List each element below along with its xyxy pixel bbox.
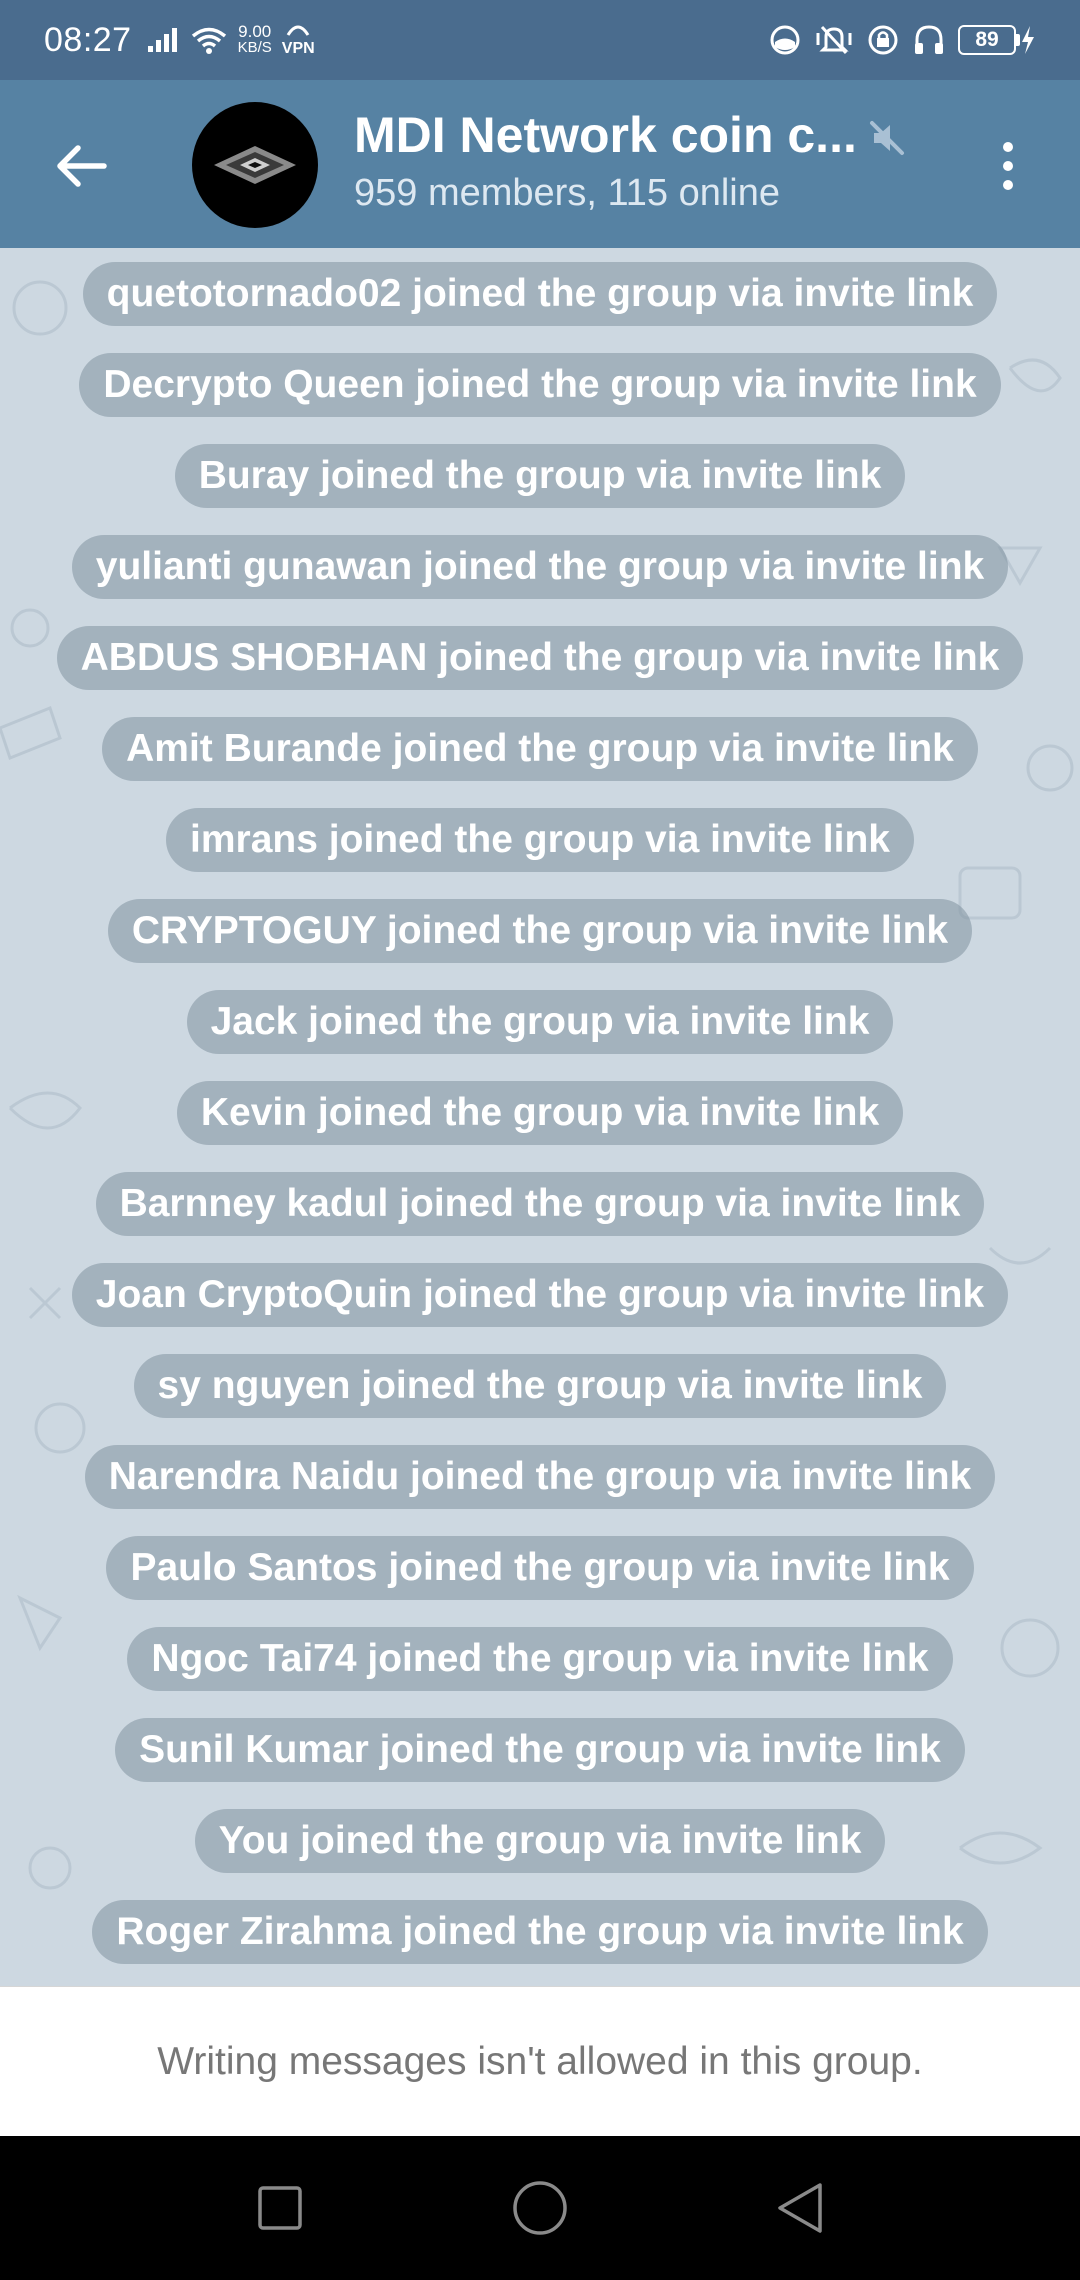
service-message[interactable]: Joan CryptoQuin joined the group via inv… [71,1263,1009,1327]
service-message[interactable]: Sunil Kumar joined the group via invite … [115,1718,965,1782]
service-message[interactable]: Roger Zirahma joined the group via invit… [92,1900,988,1964]
home-button[interactable] [500,2168,580,2248]
square-icon [258,2186,302,2230]
muted-speaker-icon [870,121,904,155]
service-message-row: You joined the group via invite link [0,1809,1080,1900]
service-message[interactable]: CRYPTOGUY joined the group via invite li… [107,899,973,963]
menu-dot [1003,180,1013,190]
status-right-icons: 89 [768,23,1036,57]
service-message-row: Narendra Naidu joined the group via invi… [0,1445,1080,1536]
signal-icon [147,28,177,52]
service-message[interactable]: Decrypto Queen joined the group via invi… [79,353,1001,417]
service-message[interactable]: yulianti gunawan joined the group via in… [71,535,1009,599]
charging-bolt-icon [1022,26,1034,54]
service-message-row: yulianti gunawan joined the group via in… [0,535,1080,626]
service-message-row: sy nguyen joined the group via invite li… [0,1354,1080,1445]
service-message[interactable]: sy nguyen joined the group via invite li… [133,1354,947,1418]
service-message-row: Joan CryptoQuin joined the group via inv… [0,1263,1080,1354]
vpn-label: VPN [281,40,315,57]
system-navigation-bar [0,2136,1080,2280]
group-logo-icon [214,146,296,184]
arrow-left-icon [57,145,107,187]
service-message-row: Jack joined the group via invite link [0,990,1080,1081]
wifi-icon [191,27,226,54]
network-speed: 9.00 KB/S [237,22,272,56]
service-message-row: Amit Burande joined the group via invite… [0,717,1080,808]
service-message[interactable]: Buray joined the group via invite link [174,444,906,508]
message-list[interactable]: quetotornado02 joined the group via invi… [0,248,1080,1986]
menu-dot [1003,161,1013,171]
network-speed-unit: KB/S [237,39,272,56]
status-bar: 08:27 9.00 KB/S VPN 89 [0,0,1080,80]
service-message[interactable]: Paulo Santos joined the group via invite… [106,1536,974,1600]
vibrate-icon [816,25,852,55]
status-time: 08:27 [44,20,132,59]
do-not-disturb-icon [770,25,800,55]
service-message-row: imrans joined the group via invite link [0,808,1080,899]
group-member-count: 959 members, 115 online [354,172,780,214]
system-back-button[interactable] [760,2168,840,2248]
service-message-row: Roger Zirahma joined the group via invit… [0,1900,1080,1986]
service-message[interactable]: imrans joined the group via invite link [166,808,914,872]
service-message-row: ABDUS SHOBHAN joined the group via invit… [0,626,1080,717]
chat-header: MDI Network coin c... 959 members, 115 o… [0,80,1080,248]
service-message[interactable]: Jack joined the group via invite link [186,990,894,1054]
triangle-back-icon [778,2183,822,2233]
service-message-row: Ngoc Tai74 joined the group via invite l… [0,1627,1080,1718]
back-button[interactable] [44,128,120,204]
service-message[interactable]: Kevin joined the group via invite link [176,1081,904,1145]
service-message[interactable]: quetotornado02 joined the group via invi… [82,262,998,326]
service-message-row: CRYPTOGUY joined the group via invite li… [0,899,1080,990]
service-message-row: quetotornado02 joined the group via invi… [0,262,1080,353]
vpn-key-icon [286,25,310,36]
network-speed-value: 9.00 [238,22,272,41]
service-message-row: Decrypto Queen joined the group via invi… [0,353,1080,444]
service-message-list: quetotornado02 joined the group via invi… [0,262,1080,1986]
telegram-group-screen: 08:27 9.00 KB/S VPN 89 MDI Network coin … [0,0,1080,2280]
service-message-row: Barnney kadul joined the group via invit… [0,1172,1080,1263]
service-message-row: Buray joined the group via invite link [0,444,1080,535]
circle-icon [513,2181,567,2235]
service-message-row: Paulo Santos joined the group via invite… [0,1536,1080,1627]
write-restricted-notice: Writing messages isn't allowed in this g… [157,2039,923,2083]
service-message[interactable]: Ngoc Tai74 joined the group via invite l… [127,1627,953,1691]
more-options-button[interactable] [984,128,1032,204]
service-message[interactable]: Amit Burande joined the group via invite… [102,717,978,781]
service-message-row: Sunil Kumar joined the group via invite … [0,1718,1080,1809]
menu-dot [1003,142,1013,152]
rotation-lock-icon [868,25,898,55]
headphones-icon [915,25,943,54]
service-message-row: Kevin joined the group via invite link [0,1081,1080,1172]
battery-level: 89 [958,25,1016,55]
battery-indicator: 89 [958,25,1036,55]
group-avatar[interactable] [192,102,318,228]
service-message[interactable]: ABDUS SHOBHAN joined the group via invit… [56,626,1024,690]
service-message[interactable]: Barnney kadul joined the group via invit… [95,1172,985,1236]
status-left-icons: 9.00 KB/S VPN [146,23,315,57]
service-message[interactable]: You joined the group via invite link [194,1809,886,1873]
vpn-indicator: VPN [282,23,315,57]
write-restricted-bar: Writing messages isn't allowed in this g… [0,1986,1080,2136]
group-title[interactable]: MDI Network coin c... [354,106,857,164]
service-message[interactable]: Narendra Naidu joined the group via invi… [84,1445,996,1509]
recents-button[interactable] [240,2168,320,2248]
